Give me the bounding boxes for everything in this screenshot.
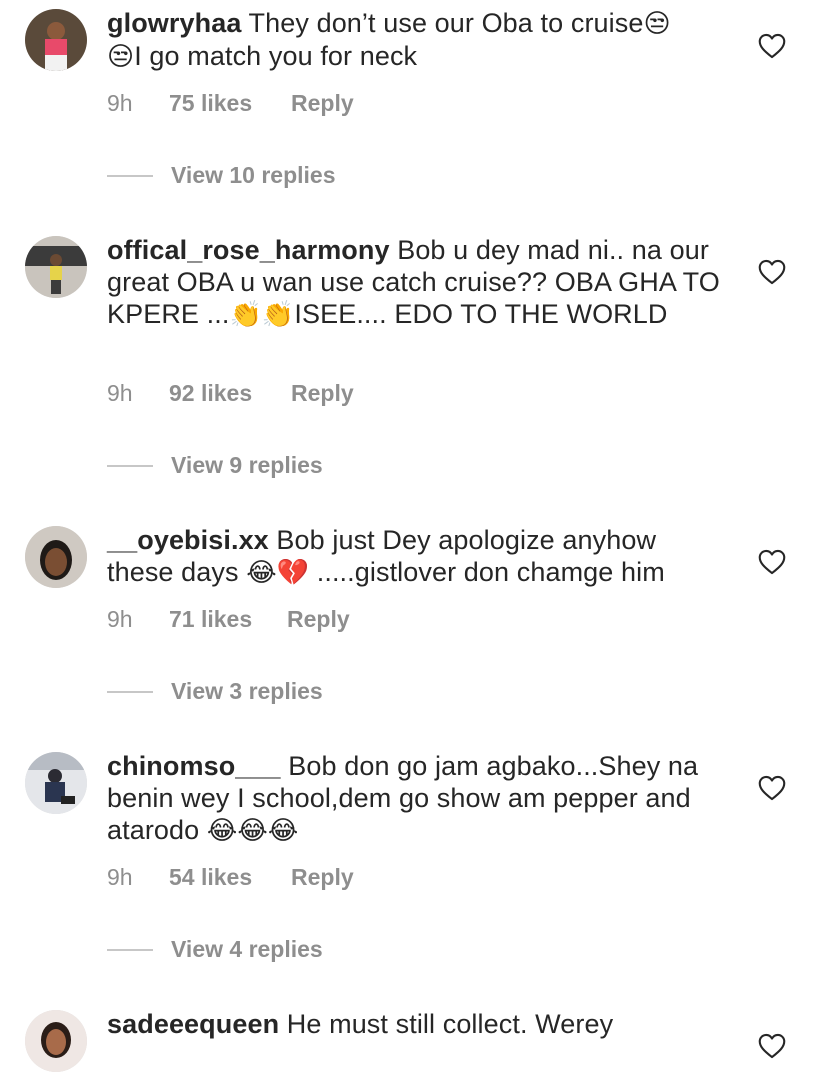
comment-time: 9h <box>107 864 133 890</box>
reply-button[interactable]: Reply <box>287 606 350 633</box>
comment-likes[interactable]: 92 likes <box>169 380 291 407</box>
comment-text: sadeeequeen He must still collect. Werey <box>107 1008 727 1040</box>
comment-text: offical_rose_harmony Bob u dey mad ni.. … <box>107 234 727 331</box>
reply-button[interactable]: Reply <box>291 90 354 117</box>
heart-outline-icon[interactable] <box>758 33 786 59</box>
comment-text: glowryhaa They don’t use our Oba to crui… <box>107 7 727 73</box>
comment-likes[interactable]: 75 likes <box>169 90 291 117</box>
comment-time: 9h <box>107 380 133 406</box>
comment-username[interactable]: chinomso___ <box>107 751 281 781</box>
divider-line <box>107 174 153 177</box>
comment-username[interactable]: __oyebisi.xx <box>107 525 269 555</box>
view-replies-button[interactable]: View 4 replies <box>107 936 323 963</box>
comment-text: chinomso___ Bob don go jam agbako...Shey… <box>107 750 727 847</box>
comment-body: I go match you for neck <box>134 41 418 71</box>
avatar[interactable] <box>25 9 87 71</box>
unamused-emoji: 😒 <box>107 42 135 72</box>
comment-time: 9h <box>107 606 133 632</box>
comment-text: __oyebisi.xx Bob just Dey apologize anyh… <box>107 524 727 589</box>
comment-meta: 9h 75 likes Reply <box>107 90 354 117</box>
view-replies-label: View 9 replies <box>171 452 323 478</box>
comment-username[interactable]: glowryhaa <box>107 8 241 38</box>
avatar[interactable] <box>25 526 87 588</box>
comment-likes[interactable]: 54 likes <box>169 864 291 891</box>
unamused-emoji: 😒 <box>643 9 671 39</box>
comment-likes[interactable]: 71 likes <box>169 606 287 633</box>
comment-username[interactable]: offical_rose_harmony <box>107 235 390 265</box>
view-replies-label: View 10 replies <box>171 162 336 188</box>
comment-body: .....gistlover don chamge him <box>309 557 665 587</box>
view-replies-button[interactable]: View 3 replies <box>107 678 323 705</box>
heart-outline-icon[interactable] <box>758 775 786 801</box>
heart-outline-icon[interactable] <box>758 549 786 575</box>
comment-body: ISEE.... EDO TO THE WORLD <box>294 299 668 329</box>
heart-outline-icon[interactable] <box>758 259 786 285</box>
view-replies-button[interactable]: View 9 replies <box>107 452 323 479</box>
clapping-hands-emoji: 👏👏 <box>229 300 295 330</box>
laughing-broken-heart-emoji: 😂💔 <box>246 558 310 588</box>
comment-meta: 9h 92 likes Reply <box>107 380 354 407</box>
view-replies-button[interactable]: View 10 replies <box>107 162 336 189</box>
divider-line <box>107 464 153 467</box>
avatar[interactable] <box>25 1010 87 1072</box>
comment-username[interactable]: sadeeequeen <box>107 1009 279 1039</box>
comment-meta: 9h 71 likes Reply <box>107 606 350 633</box>
divider-line <box>107 948 153 951</box>
reply-button[interactable]: Reply <box>291 864 354 891</box>
comment-time: 9h <box>107 90 133 116</box>
avatar[interactable] <box>25 752 87 814</box>
view-replies-label: View 3 replies <box>171 678 323 704</box>
comment-body: He must still collect. Werey <box>279 1009 614 1039</box>
heart-outline-icon[interactable] <box>758 1033 786 1059</box>
comment-body: They don’t use our Oba to cruise <box>241 8 644 38</box>
divider-line <box>107 690 153 693</box>
laughing-emoji: 😂😂😂 <box>206 816 299 846</box>
reply-button[interactable]: Reply <box>291 380 354 407</box>
comment-meta: 9h 54 likes Reply <box>107 864 354 891</box>
view-replies-label: View 4 replies <box>171 936 323 962</box>
avatar[interactable] <box>25 236 87 298</box>
